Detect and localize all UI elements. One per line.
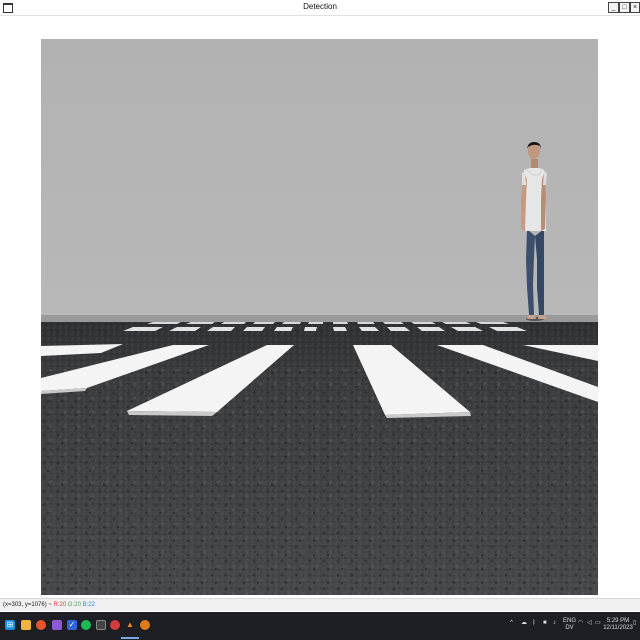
microphone-icon[interactable]: ♪: [553, 620, 556, 627]
app-orange-icon[interactable]: [140, 620, 150, 630]
clock-app-icon[interactable]: [110, 620, 120, 630]
volume-icon[interactable]: ◁: [587, 620, 592, 627]
notification-icon[interactable]: ▯: [633, 620, 636, 627]
vlc-icon[interactable]: ▲: [125, 620, 135, 630]
app-purple-icon[interactable]: [52, 620, 62, 630]
clock[interactable]: 5:29 PM 12/11/2023: [603, 618, 633, 632]
keyboard-layout: DV: [565, 625, 574, 631]
battery-icon[interactable]: ▭: [595, 620, 601, 627]
active-app-indicator: [121, 637, 139, 639]
close-button[interactable]: ×: [630, 2, 640, 13]
green-value: G:20: [67, 602, 81, 608]
spotify-icon[interactable]: [81, 620, 91, 630]
windows-start-icon[interactable]: ⊞: [5, 620, 15, 630]
detection-image-view[interactable]: [41, 39, 598, 595]
taskbar: ⊞ ✓ ▲ ^ ☁ ᛒ ■ ♪ ENG DV ◠ ◁ ▭ 5:29 PM 12/…: [0, 612, 640, 640]
language-indicator[interactable]: ENG DV: [563, 618, 576, 632]
cloud-sync-icon[interactable]: ☁: [521, 620, 527, 627]
sky: [41, 39, 598, 317]
cursor-coordinates: (x=303, y=1076) ~: [3, 602, 54, 608]
title-bar: Detection _ □ ×: [0, 0, 640, 16]
status-bar: (x=303, y=1076) ~ R:20 G:20 B:22: [0, 598, 640, 611]
maximize-button[interactable]: □: [619, 2, 630, 13]
crosswalk-scene-image: [41, 39, 598, 595]
pixel-readout: (x=303, y=1076) ~ R:20 G:20 B:22: [3, 599, 95, 611]
language-code: ENG: [563, 618, 577, 624]
blue-value: B:22: [82, 602, 95, 608]
red-value: R:20: [53, 602, 67, 608]
asphalt-texture-coarse: [41, 369, 598, 595]
todo-check-icon[interactable]: ✓: [67, 620, 77, 630]
window-title: Detection: [303, 2, 337, 11]
app-tray-icon[interactable]: ■: [543, 620, 547, 627]
file-explorer-icon[interactable]: [21, 620, 31, 630]
horizon-band: [41, 315, 598, 323]
bluetooth-icon[interactable]: ᛒ: [532, 620, 536, 627]
chevron-up-icon[interactable]: ^: [510, 620, 513, 627]
clock-time: 5:29 PM: [606, 618, 630, 624]
terminal-icon[interactable]: [96, 620, 106, 630]
wifi-icon[interactable]: ◠: [578, 620, 583, 627]
minimize-button[interactable]: _: [608, 2, 619, 13]
firefox-icon[interactable]: [36, 620, 46, 630]
clock-date: 12/11/2023: [603, 625, 633, 631]
